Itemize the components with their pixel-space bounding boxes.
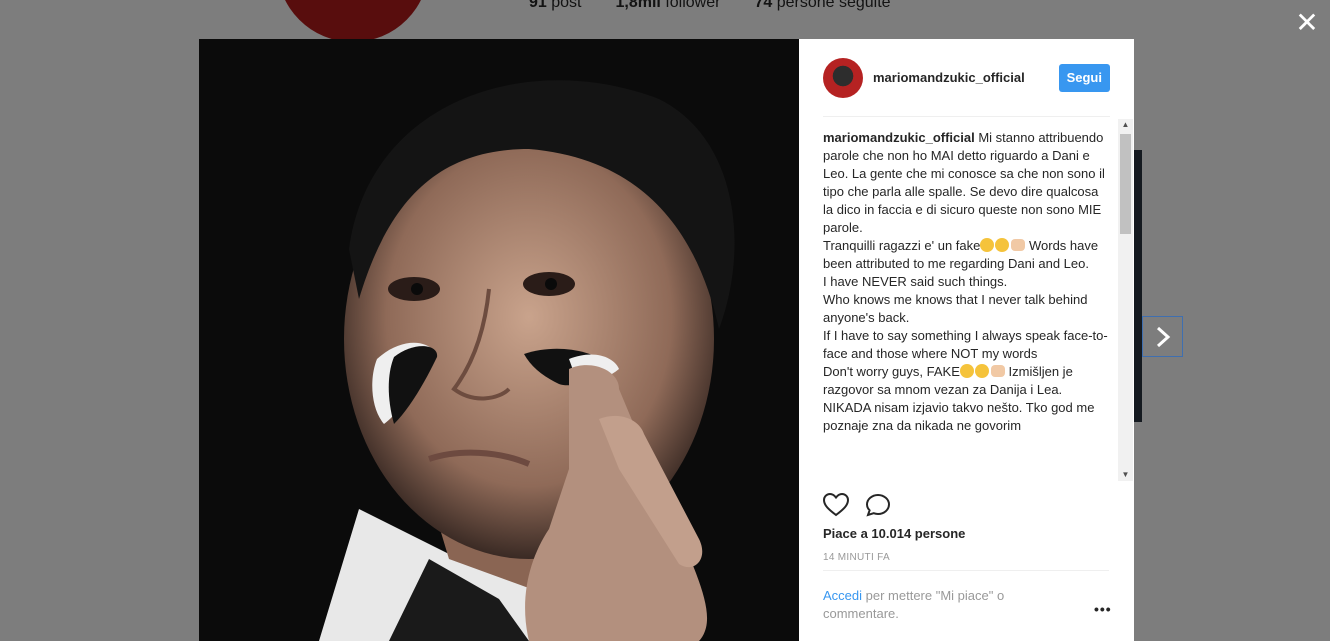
laughing-emoji-icon	[974, 364, 989, 378]
caption-username[interactable]: mariomandzukic_official	[823, 130, 975, 145]
likes-count[interactable]: Piace a 10.014 persone	[823, 526, 965, 541]
post-photo	[199, 39, 799, 641]
caption-line-fake: Tranquilli ragazzi e' un fake Words have…	[823, 238, 1099, 271]
scroll-down-icon[interactable]: ▼	[1118, 469, 1133, 481]
caption-line-fake-2: Don't worry guys, FAKE Izmišljen je razg…	[823, 364, 1073, 397]
caption-area[interactable]: mariomandzukic_official Mi stanno attrib…	[823, 129, 1109, 481]
laughing-emoji-icon	[959, 364, 974, 378]
caption-scrollbar[interactable]: ▲ ▼	[1118, 119, 1133, 481]
fist-emoji-icon	[990, 365, 1005, 377]
post-side-panel: mariomandzukic_official Segui mariomandz…	[799, 39, 1134, 641]
scrollbar-thumb[interactable]	[1120, 134, 1131, 234]
avatar[interactable]	[823, 57, 863, 98]
laughing-emoji-icon	[980, 238, 995, 252]
post-header: mariomandzukic_official Segui	[823, 39, 1110, 117]
caption-line: I have NEVER said such things.	[823, 274, 1008, 289]
fist-emoji-icon	[1011, 239, 1026, 251]
caption-line: NIKADA nisam izjavio takvo nešto. Tko go…	[823, 400, 1095, 433]
caption-line: Mi stanno attribuendo parole che non ho …	[823, 130, 1105, 235]
caption-text: mariomandzukic_official Mi stanno attrib…	[823, 129, 1109, 237]
portrait-image	[199, 39, 799, 641]
post-username[interactable]: mariomandzukic_official	[873, 70, 1059, 85]
follow-button[interactable]: Segui	[1058, 63, 1110, 92]
comment-bubble-icon[interactable]	[865, 493, 891, 517]
next-post-button[interactable]	[1142, 316, 1183, 357]
post-actions	[823, 493, 891, 517]
scroll-up-icon[interactable]: ▲	[1118, 119, 1133, 131]
heart-icon[interactable]	[823, 493, 849, 517]
divider	[823, 570, 1109, 571]
login-prompt: Accedi per mettere "Mi piace" o commenta…	[823, 587, 1043, 623]
login-link[interactable]: Accedi	[823, 588, 862, 603]
chevron-right-icon	[1156, 326, 1170, 347]
more-options-button[interactable]: •••	[1094, 601, 1112, 617]
caption-line: If I have to say something I always spea…	[823, 328, 1108, 361]
post-timestamp[interactable]: 14 MINUTI FA	[823, 552, 890, 563]
caption-line: Who knows me knows that I never talk beh…	[823, 292, 1088, 325]
close-icon[interactable]: ✕	[1294, 9, 1320, 37]
post-modal: mariomandzukic_official Segui mariomandz…	[199, 39, 1134, 641]
laughing-emoji-icon	[995, 238, 1010, 252]
